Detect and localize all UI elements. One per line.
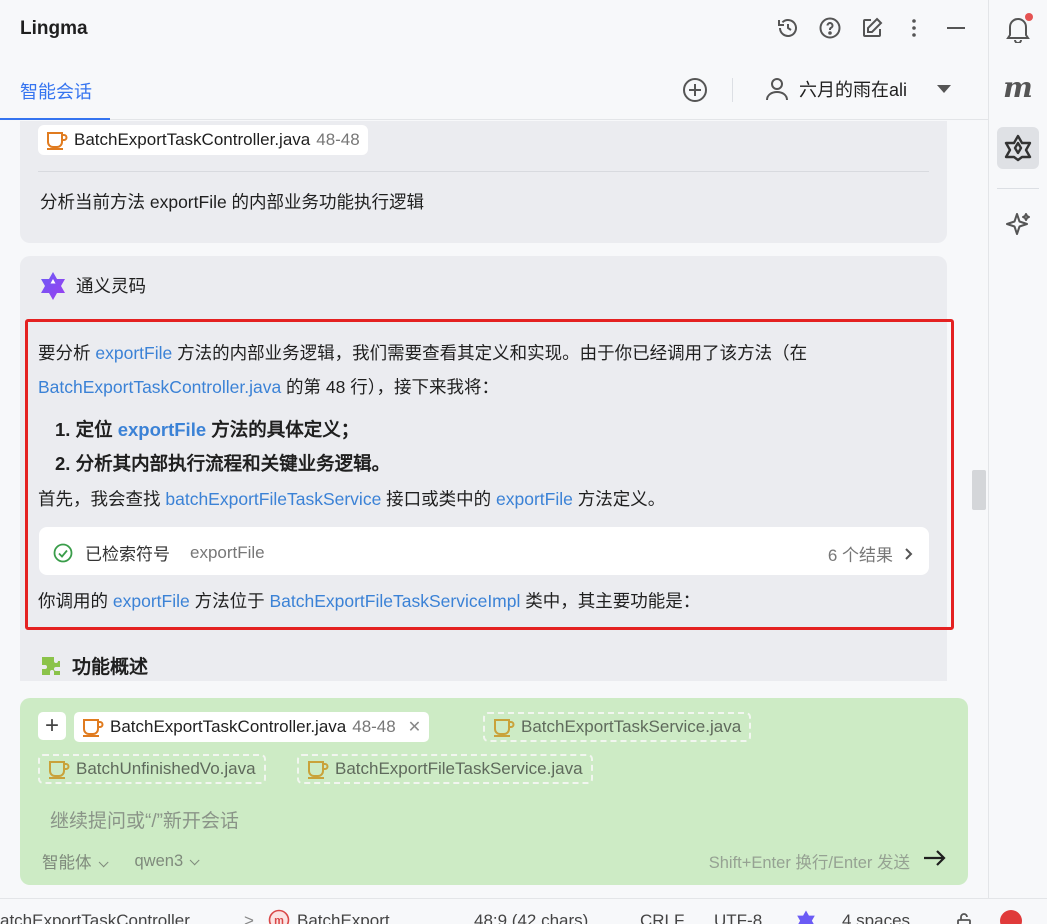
highlight-annotation-box [25, 319, 954, 630]
suggested-file-chip[interactable]: BatchExportTaskService.java [483, 712, 751, 742]
svg-text:m: m [274, 915, 284, 924]
breadcrumb-method[interactable]: BatchExport [297, 911, 390, 924]
header-actions [776, 16, 968, 40]
user-question: 分析当前方法 exportFile 的内部业务功能执行逻辑 [40, 189, 424, 214]
maven-icon[interactable]: m [997, 66, 1039, 108]
lingma-status-icon[interactable] [794, 909, 818, 924]
history-icon[interactable] [776, 16, 800, 40]
suggested-file-chip[interactable]: BatchUnfinishedVo.java [38, 754, 266, 784]
breadcrumb-separator: > [244, 911, 254, 924]
indent-setting[interactable]: 4 spaces [842, 911, 910, 924]
java-file-icon [493, 717, 515, 737]
lingma-icon[interactable] [997, 127, 1039, 169]
tab-bar: 智能会话 六月的雨在ali [0, 58, 988, 120]
scrollbar-thumb[interactable] [972, 470, 986, 510]
section-title: 功能概述 [72, 652, 148, 679]
suggested-file-chip[interactable]: BatchExportFileTaskService.java [297, 754, 593, 784]
send-hint: Shift+Enter 换行/Enter 发送 [709, 849, 910, 873]
file-encoding[interactable]: UTF-8 [714, 911, 762, 924]
help-icon[interactable] [818, 16, 842, 40]
java-file-icon [307, 759, 329, 779]
line-range: 48-48 [316, 130, 359, 150]
chat-input-field[interactable]: 继续提问或“/”新开会话 [50, 806, 239, 833]
remove-chip-icon[interactable]: ✕ [408, 717, 421, 737]
section-heading: 功能概述 [40, 652, 148, 679]
divider [38, 171, 929, 172]
java-file-icon [46, 130, 68, 150]
rail-divider [997, 188, 1039, 189]
method-icon: m [268, 909, 290, 924]
tab-underline [0, 118, 110, 120]
app-title: Lingma [20, 18, 88, 40]
add-context-button[interactable]: + [38, 712, 66, 740]
model-select[interactable]: qwen3 [135, 852, 197, 871]
header: Lingma [0, 0, 988, 58]
tongyi-logo-icon [38, 270, 68, 300]
mode-select[interactable]: 智能体 [42, 849, 105, 873]
line-ending[interactable]: CRLF [640, 911, 684, 924]
user-name: 六月的雨在ali [799, 76, 907, 102]
assistant-name: 通义灵码 [76, 273, 146, 298]
notifications-icon[interactable] [997, 8, 1039, 50]
cursor-position[interactable]: 48:9 (42 chars) [474, 911, 588, 924]
tab-chat[interactable]: 智能会话 [20, 78, 92, 104]
input-options: 智能体 qwen3 [42, 849, 196, 873]
more-icon[interactable] [902, 16, 926, 40]
status-bar: atchExportTaskController > m BatchExport… [0, 898, 1047, 924]
tab-separator [732, 78, 733, 102]
edit-icon[interactable] [860, 16, 884, 40]
java-file-icon [82, 717, 104, 737]
context-file-chip[interactable]: BatchExportTaskController.java48-48 ✕ [74, 712, 429, 742]
ai-assistant-icon[interactable] [997, 204, 1039, 246]
user-message-card: BatchExportTaskController.java 48-48 分析当… [20, 121, 947, 243]
breadcrumb-file[interactable]: atchExportTaskController [0, 911, 190, 924]
lingma-panel: Lingma 智能会话 六月的雨 [0, 0, 1047, 924]
assistant-header: 通义灵码 [38, 270, 146, 300]
lock-icon[interactable] [954, 911, 974, 924]
file-reference-chip[interactable]: BatchExportTaskController.java 48-48 [38, 125, 368, 155]
new-chat-icon[interactable] [682, 77, 708, 103]
file-name: BatchExportTaskController.java [74, 130, 310, 150]
java-file-icon [48, 759, 70, 779]
tool-window-rail: m [988, 0, 1047, 898]
chat-input-panel: + BatchExportTaskController.java48-48 ✕ … [20, 698, 968, 885]
user-menu[interactable]: 六月的雨在ali [765, 76, 951, 102]
puzzle-icon [40, 655, 62, 677]
user-icon [765, 76, 789, 102]
send-icon[interactable] [922, 846, 948, 870]
notification-badge [1025, 13, 1033, 21]
minimize-icon[interactable] [944, 16, 968, 40]
chevron-down-icon [937, 85, 951, 93]
